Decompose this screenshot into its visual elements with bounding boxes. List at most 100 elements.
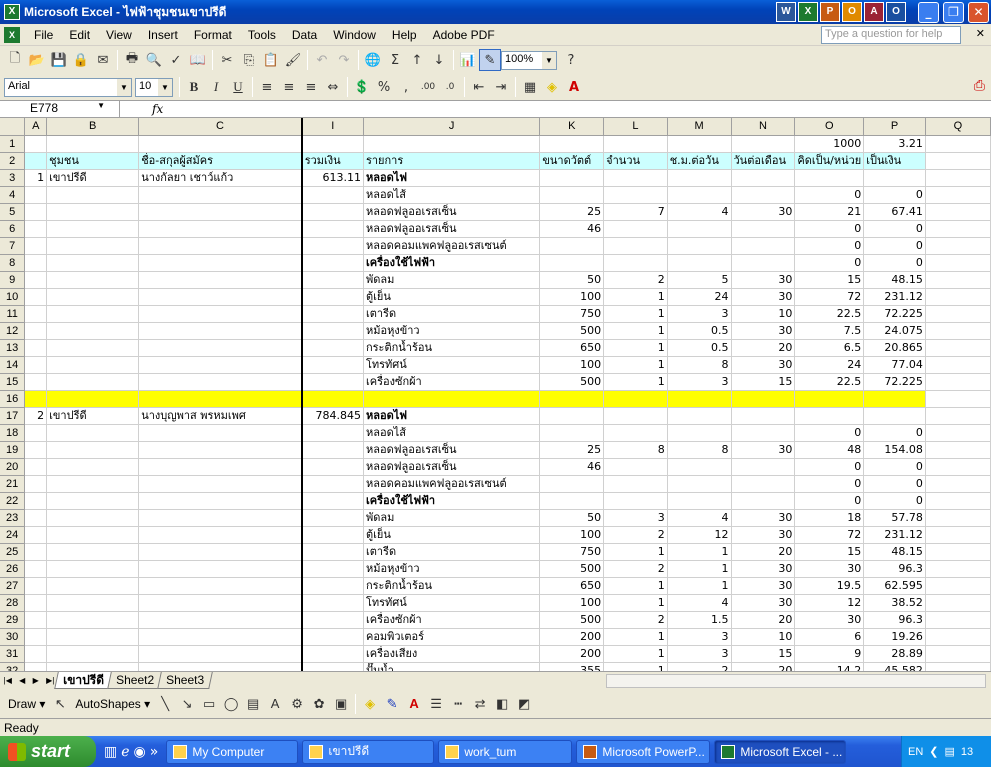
table-cell[interactable] [24,594,48,612]
table-cell[interactable]: 0 [794,458,865,476]
align-right-icon[interactable]: ≡ [300,76,322,98]
table-cell[interactable] [301,135,364,153]
table-cell[interactable] [24,203,48,221]
row-header[interactable]: 1 [0,135,26,153]
task-folder-work-tum[interactable]: work_tum [438,739,573,764]
table-cell[interactable]: กระติกน้ำร้อน [363,577,541,595]
table-cell[interactable] [24,152,48,170]
table-cell[interactable] [667,186,732,204]
row-header[interactable]: 7 [0,237,26,255]
excel-icon[interactable]: X [4,4,20,20]
table-cell[interactable] [539,254,605,272]
table-cell[interactable] [731,254,796,272]
row-header[interactable]: 11 [0,305,26,323]
table-cell[interactable]: 500 [539,373,605,391]
table-cell[interactable]: รวมเงิน [301,152,364,170]
decrease-indent-icon[interactable]: ⇤ [468,76,490,98]
borders-icon[interactable]: ▦ [519,76,541,98]
table-cell[interactable] [46,220,140,238]
table-cell[interactable] [138,373,303,391]
table-cell[interactable]: 46 [539,220,605,238]
table-cell[interactable]: 30 [731,526,796,544]
table-cell[interactable]: 7 [603,203,668,221]
font-size-select[interactable]: 10 ▼ [135,77,173,97]
table-cell[interactable]: 0 [863,492,926,510]
table-cell[interactable]: 3 [667,628,732,646]
table-cell[interactable] [539,169,605,187]
table-cell[interactable]: 25 [539,441,605,459]
table-cell[interactable]: 1 [603,543,668,561]
table-cell[interactable] [24,441,48,459]
table-cell[interactable] [46,645,140,663]
table-cell[interactable]: 48.15 [863,271,926,289]
table-cell[interactable]: 1 [667,543,732,561]
table-cell[interactable]: หลอดไส้ [363,186,541,204]
table-cell[interactable]: หลอดฟลูออเรสเซ็น [363,441,541,459]
table-cell[interactable] [46,356,140,374]
table-cell[interactable]: รายการ [363,152,541,170]
table-cell[interactable]: 0 [863,458,926,476]
row-header[interactable]: 13 [0,339,26,357]
table-cell[interactable] [24,135,48,153]
table-cell[interactable] [301,441,364,459]
line-icon[interactable]: ╲ [154,693,176,715]
table-cell[interactable]: 100 [539,356,605,374]
spelling-icon[interactable]: ✓ [165,49,187,71]
table-cell[interactable]: 62.595 [863,577,926,595]
table-cell[interactable] [138,390,303,408]
table-cell[interactable]: 200 [539,628,605,646]
table-cell[interactable] [925,390,991,408]
comma-button[interactable]: , [395,76,417,98]
table-cell[interactable]: 2 [603,560,668,578]
arrow-icon[interactable]: ↘ [176,693,198,715]
table-cell[interactable]: 20 [731,662,796,671]
currency-icon[interactable]: 💲 [351,76,373,98]
table-cell[interactable]: 154.08 [863,441,926,459]
table-cell[interactable] [731,424,796,442]
table-cell[interactable]: 57.78 [863,509,926,527]
sort-ascending-icon[interactable]: ↑ [406,49,428,71]
table-cell[interactable]: 750 [539,305,605,323]
table-cell[interactable] [301,339,364,357]
row-header[interactable]: 24 [0,526,26,544]
menu-tools[interactable]: Tools [240,28,284,42]
table-cell[interactable]: 77.04 [863,356,926,374]
research-icon[interactable]: 📖 [187,49,209,71]
table-cell[interactable]: เตารีด [363,543,541,561]
table-cell[interactable] [539,475,605,493]
table-cell[interactable] [46,254,140,272]
table-cell[interactable]: 15 [731,645,796,663]
table-cell[interactable] [24,237,48,255]
table-cell[interactable]: 20 [731,611,796,629]
fill-color-icon[interactable]: ◈ [541,76,563,98]
table-cell[interactable] [925,543,991,561]
table-cell[interactable] [603,254,668,272]
last-sheet-icon[interactable]: ▶| [46,676,54,685]
column-header[interactable]: O [794,118,865,136]
table-cell[interactable]: 19.26 [863,628,926,646]
table-cell[interactable]: 1 [667,560,732,578]
office-icon[interactable]: O [886,2,906,22]
table-cell[interactable]: 100 [539,288,605,306]
horizontal-scrollbar[interactable] [606,674,986,688]
table-cell[interactable]: 48 [794,441,865,459]
table-cell[interactable] [24,186,48,204]
column-header[interactable]: P [863,118,926,136]
table-cell[interactable] [138,492,303,510]
row-header[interactable]: 31 [0,645,26,663]
table-cell[interactable]: ชุมชน [46,152,140,170]
table-cell[interactable]: 50 [539,509,605,527]
column-header[interactable]: C [138,118,303,136]
table-cell[interactable]: 1 [603,339,668,357]
table-cell[interactable]: 15 [794,271,865,289]
table-cell[interactable]: 14.2 [794,662,865,671]
table-cell[interactable] [24,492,48,510]
next-sheet-icon[interactable]: ▶ [33,676,39,685]
table-cell[interactable] [301,492,364,510]
table-cell[interactable] [301,220,364,238]
table-cell[interactable] [925,373,991,391]
percent-button[interactable]: % [373,76,395,98]
row-header[interactable]: 22 [0,492,26,510]
table-cell[interactable] [667,492,732,510]
table-cell[interactable]: 30 [731,577,796,595]
